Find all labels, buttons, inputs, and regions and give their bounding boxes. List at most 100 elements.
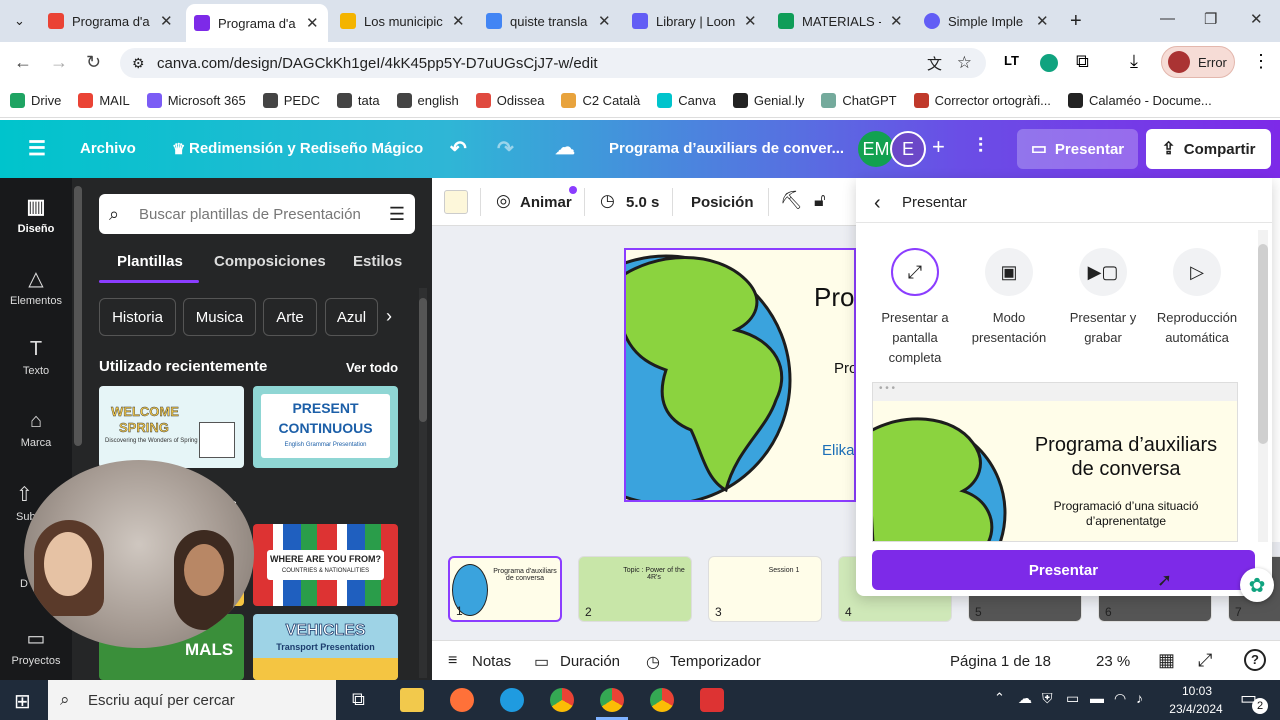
chip-historia[interactable]: Historia	[99, 298, 176, 336]
background-color-swatch[interactable]	[444, 190, 468, 214]
page-thumb-2[interactable]: Topic : Power of the 4R's 2	[578, 556, 692, 622]
add-collaborator-icon[interactable]: +	[932, 134, 945, 160]
bookmark-9[interactable]: Genial.ly	[732, 93, 804, 108]
close-icon[interactable]: ✕	[305, 14, 320, 32]
page-thumb-1[interactable]: Programa d'auxiliars de conversa 1	[448, 556, 562, 622]
bookmark-11[interactable]: Corrector ortogràfi...	[913, 93, 1051, 108]
search-input[interactable]: ⌕ Buscar plantillas de Presentación ☰	[99, 194, 415, 234]
posicion-button[interactable]: Posición	[691, 194, 754, 211]
panel-scroll-thumb[interactable]	[419, 298, 427, 422]
panel-scroll-track[interactable]	[419, 288, 427, 678]
chevron-right-icon[interactable]: ›	[386, 306, 392, 327]
bookmark-4[interactable]: tata	[336, 93, 380, 108]
back-chevron-icon[interactable]: ‹	[874, 192, 881, 215]
download-icon[interactable]: ⤓	[1130, 51, 1138, 72]
close-icon[interactable]: ✕	[597, 12, 612, 30]
webcam-overlay[interactable]	[24, 460, 254, 648]
rail-item-elementos[interactable]: △ Elementos	[0, 266, 72, 307]
temporizador-button[interactable]: Temporizador	[670, 653, 761, 670]
bookmark-1[interactable]: MAIL	[78, 93, 130, 108]
kebab-menu-icon[interactable]: ⋮	[1252, 51, 1270, 72]
presentar-main-button[interactable]: Presentar	[872, 550, 1255, 590]
edge-icon[interactable]	[500, 688, 524, 712]
presentar-header-button[interactable]: ▭ Presentar	[1017, 129, 1138, 169]
bookmark-3[interactable]: PEDC	[262, 93, 320, 108]
redo-icon[interactable]: ↷	[497, 136, 514, 161]
template-thumb-present-continuous[interactable]: PRESENT CONTINUOUS English Grammar Prese…	[253, 386, 398, 468]
option-reproduccion-automatica[interactable]: ▷ Reproducción automática	[1148, 248, 1246, 348]
zoom-level[interactable]: 23 %	[1096, 653, 1130, 670]
undo-icon[interactable]: ↶	[450, 136, 467, 161]
url-field[interactable]: ⚙ canva.com/design/DAGCkKh1geI/4kK45pp5Y…	[120, 48, 986, 78]
bookmark-0[interactable]: Drive	[10, 93, 61, 108]
battery-icon[interactable]: ▬	[1090, 690, 1104, 706]
chip-musica[interactable]: Musica	[183, 298, 256, 336]
puzzle-icon[interactable]: ⧉	[1076, 51, 1089, 72]
bookmark-10[interactable]: ChatGPT	[821, 93, 897, 108]
onedrive-icon[interactable]: ☁	[1018, 690, 1032, 707]
chatgpt-extension-icon[interactable]	[1040, 54, 1058, 72]
page-indicator[interactable]: Página 1 de 18	[950, 653, 1051, 670]
archivo-menu[interactable]: Archivo	[80, 140, 136, 157]
bookmark-8[interactable]: Canva	[657, 93, 716, 108]
close-icon[interactable]: ✕	[1035, 12, 1050, 30]
rail-item-proyectos[interactable]: ▭ Proyectos	[0, 626, 72, 667]
paint-roller-icon[interactable]: ⛏	[780, 190, 803, 211]
duracion-button[interactable]: Duración	[560, 653, 620, 670]
page-thumb-3[interactable]: Session 1 3	[708, 556, 822, 622]
close-icon[interactable]: ✕	[889, 12, 904, 30]
browser-tab-0[interactable]: Programa d'a ✕	[40, 4, 182, 38]
option-modo-presentacion[interactable]: ▣ Modo presentación	[960, 248, 1058, 348]
reload-icon[interactable]: ↻	[86, 52, 101, 73]
tab-composiciones[interactable]: Composiciones	[214, 253, 326, 270]
minimize-icon[interactable]: —	[1160, 10, 1175, 27]
slide-canvas[interactable]: Prog Pro Elika	[624, 248, 856, 502]
restore-icon[interactable]: ❐	[1204, 10, 1217, 28]
bookmark-2[interactable]: Microsoft 365	[146, 93, 246, 108]
ver-todo-link[interactable]: Ver todo	[346, 360, 398, 375]
notas-button[interactable]: Notas	[472, 653, 511, 670]
browser-tab-4[interactable]: Library | Loon ✕	[624, 4, 766, 38]
windows-start-icon[interactable]: ⊞	[14, 689, 31, 714]
avatar[interactable]: E	[890, 131, 926, 167]
forward-arrow-icon[interactable]: →	[50, 52, 68, 73]
shield-icon[interactable]: ⛨	[1042, 690, 1053, 707]
panel-scrollbar[interactable]	[74, 186, 82, 446]
task-view-icon[interactable]: ⧉	[352, 689, 365, 710]
document-title[interactable]: Programa d’auxiliars de conver...	[609, 140, 844, 157]
template-thumb-vehicles[interactable]: VEHICLES Transport Presentation	[253, 614, 398, 680]
rail-item-texto[interactable]: T Texto	[0, 338, 72, 377]
close-icon[interactable]: ✕	[159, 12, 174, 30]
chip-azul[interactable]: Azul	[325, 298, 378, 336]
avatar[interactable]: EM	[858, 131, 894, 167]
menu-icon[interactable]: ☰	[28, 136, 46, 161]
chip-arte[interactable]: Arte	[263, 298, 317, 336]
assistant-extension-icon[interactable]: ✿	[1240, 568, 1274, 602]
filter-icon[interactable]: ☰	[389, 204, 405, 225]
back-arrow-icon[interactable]: ←	[14, 52, 32, 73]
chrome-icon[interactable]	[650, 688, 674, 712]
wifi-icon[interactable]: ◠	[1114, 690, 1126, 707]
clock-time[interactable]: 10:03	[1172, 684, 1222, 698]
panel-scroll-track[interactable]	[1258, 230, 1268, 542]
chrome-icon[interactable]	[600, 688, 624, 712]
tab-plantillas[interactable]: Plantillas	[117, 253, 183, 270]
taskbar-search-input[interactable]: ⌕ Escriu aquí per cercar	[48, 680, 336, 720]
chrome-icon[interactable]	[550, 688, 574, 712]
bookmark-5[interactable]: english	[396, 93, 459, 108]
template-thumb-where-are-you-from[interactable]: WHERE ARE YOU FROM? COUNTRIES & NATIONAL…	[253, 524, 398, 606]
analytics-icon[interactable]: ⫶	[978, 135, 983, 158]
option-presentar-pantalla-completa[interactable]: ⤢ Presentar a pantalla completa	[866, 248, 964, 368]
bookmark-7[interactable]: C2 Català	[561, 93, 640, 108]
close-window-icon[interactable]: ✕	[1250, 10, 1263, 28]
browser-tab-5[interactable]: MATERIALS - ✕	[770, 4, 912, 38]
browser-tab-6[interactable]: Simple Imple ✕	[916, 4, 1058, 38]
tab-search-button[interactable]: ⌄	[0, 4, 40, 38]
grid-view-icon[interactable]: ▦	[1158, 650, 1175, 671]
help-icon[interactable]: ?	[1244, 649, 1266, 671]
fullscreen-icon[interactable]: ⤢	[1198, 650, 1212, 671]
option-presentar-y-grabar[interactable]: ▶︎▢ Presentar y grabar	[1054, 248, 1152, 348]
clock-date[interactable]: 23/4/2024	[1160, 702, 1232, 716]
close-icon[interactable]: ✕	[451, 12, 466, 30]
cloud-saved-icon[interactable]: ☁	[555, 135, 575, 160]
